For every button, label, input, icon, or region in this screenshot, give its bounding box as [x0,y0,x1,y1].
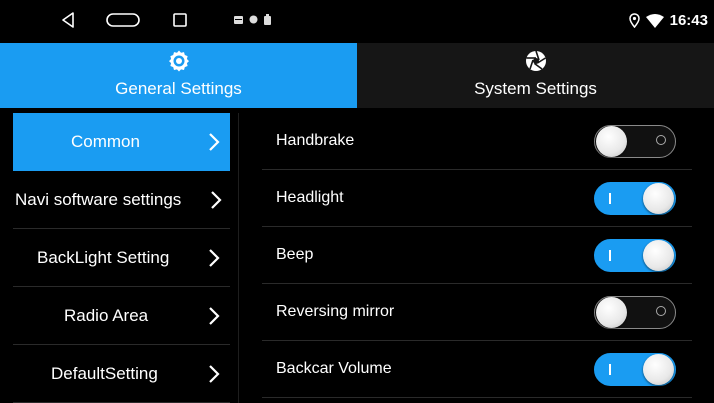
chevron-right-icon [209,249,220,267]
handbrake-toggle[interactable] [594,125,676,158]
reversing-mirror-toggle[interactable] [594,296,676,329]
battery-icon [264,14,271,25]
notification-message-icon [234,15,243,24]
menu-item-radio-area[interactable]: Radio Area [13,287,230,345]
toggle-on-mark-icon [609,193,611,204]
menu-item-label: DefaultSetting [51,364,158,383]
chevron-right-icon [209,307,220,325]
backcar-volume-toggle[interactable] [594,353,676,386]
setting-label: Backcar Volume [276,360,392,377]
toggle-on-mark-icon [609,250,611,261]
notification-circle-icon [249,15,258,24]
toggle-knob [596,126,627,157]
setting-row-reversing-mirror: Reversing mirror [262,284,692,341]
setting-label: Reversing mirror [276,303,395,320]
recent-apps-icon[interactable] [170,10,190,30]
gear-icon [167,49,191,73]
menu-item-label: Radio Area [64,306,149,325]
toggle-off-mark-icon [656,306,666,316]
headlight-toggle[interactable] [594,182,676,215]
tab-system-settings-label: System Settings [474,79,597,98]
menu-item-label: BackLight Setting [37,248,170,267]
status-right: 16:43 [628,12,708,29]
location-icon [628,13,640,28]
menu-divider [238,113,239,403]
setting-row-backcar-volume: Backcar Volume [262,341,692,398]
status-bar: 16:43 [0,0,714,43]
setting-row-headlight: Headlight [262,170,692,227]
chevron-right-icon [209,133,220,151]
setting-label: Headlight [276,189,344,206]
aperture-icon [524,49,548,73]
menu-item-backlight-setting[interactable]: BackLight Setting [13,229,230,287]
setting-row-beep: Beep [262,227,692,284]
chevron-right-icon [211,191,222,209]
toggle-off-mark-icon [656,135,666,145]
toggle-on-mark-icon [609,364,611,375]
setting-label: Handbrake [276,132,355,149]
settings-menu: Common Navi software settings BackLight … [13,113,230,403]
tab-general-settings[interactable]: General Settings [0,43,357,108]
setting-label: Beep [276,246,314,263]
toggle-knob [643,183,674,214]
back-icon[interactable] [58,10,78,30]
menu-item-common[interactable]: Common [13,113,230,171]
settings-list: Handbrake Headlight Beep Reversing mirro… [262,113,692,398]
wifi-icon [645,13,664,28]
menu-item-navi-software-settings[interactable]: Navi software settings [13,171,230,229]
home-icon[interactable] [106,10,140,30]
tab-general-settings-label: General Settings [115,79,242,98]
toggle-knob [596,297,627,328]
setting-row-handbrake: Handbrake [262,113,692,170]
menu-item-label: Navi software settings [15,190,182,209]
clock: 16:43 [669,12,708,29]
notification-icons [234,14,271,25]
beep-toggle[interactable] [594,239,676,272]
toggle-knob [643,354,674,385]
menu-item-label: Common [71,132,140,151]
toggle-knob [643,240,674,271]
tab-bar: General Settings System Settings [0,43,714,108]
chevron-right-icon [209,365,220,383]
tab-system-settings[interactable]: System Settings [357,43,714,108]
menu-item-default-setting[interactable]: DefaultSetting [13,345,230,403]
